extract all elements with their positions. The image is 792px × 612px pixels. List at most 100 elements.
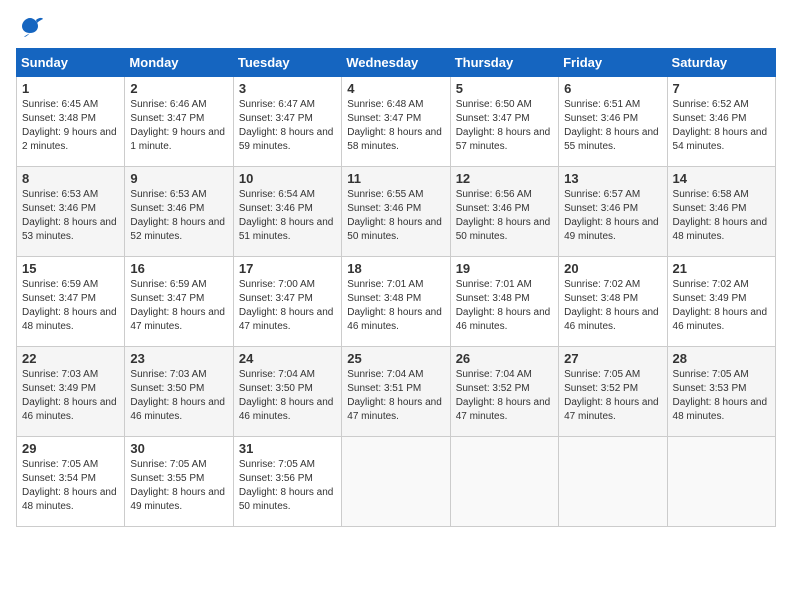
weekday-header-saturday: Saturday: [667, 49, 775, 77]
day-number: 3: [239, 81, 336, 96]
day-info: Sunrise: 7:03 AMSunset: 3:50 PMDaylight:…: [130, 369, 225, 422]
day-number: 31: [239, 441, 336, 456]
calendar-cell: 30 Sunrise: 7:05 AMSunset: 3:55 PMDayligh…: [125, 437, 233, 527]
weekday-header-monday: Monday: [125, 49, 233, 77]
day-number: 14: [673, 171, 770, 186]
logo: [16, 16, 48, 38]
day-info: Sunrise: 6:58 AMSunset: 3:46 PMDaylight:…: [673, 189, 768, 242]
weekday-header-thursday: Thursday: [450, 49, 558, 77]
day-number: 4: [347, 81, 444, 96]
calendar-cell: 21 Sunrise: 7:02 AMSunset: 3:49 PMDayligh…: [667, 257, 775, 347]
header: [16, 16, 776, 38]
calendar-week-3: 15 Sunrise: 6:59 AMSunset: 3:47 PMDayligh…: [17, 257, 776, 347]
day-info: Sunrise: 6:47 AMSunset: 3:47 PMDaylight:…: [239, 99, 334, 152]
day-info: Sunrise: 6:56 AMSunset: 3:46 PMDaylight:…: [456, 189, 551, 242]
day-info: Sunrise: 6:48 AMSunset: 3:47 PMDaylight:…: [347, 99, 442, 152]
calendar-cell: 9 Sunrise: 6:53 AMSunset: 3:46 PMDaylight…: [125, 167, 233, 257]
calendar-cell: 22 Sunrise: 7:03 AMSunset: 3:49 PMDayligh…: [17, 347, 125, 437]
day-number: 19: [456, 261, 553, 276]
day-number: 7: [673, 81, 770, 96]
day-number: 28: [673, 351, 770, 366]
day-number: 11: [347, 171, 444, 186]
day-info: Sunrise: 6:53 AMSunset: 3:46 PMDaylight:…: [22, 189, 117, 242]
day-number: 15: [22, 261, 119, 276]
calendar-week-1: 1 Sunrise: 6:45 AMSunset: 3:48 PMDaylight…: [17, 77, 776, 167]
calendar-cell: 1 Sunrise: 6:45 AMSunset: 3:48 PMDaylight…: [17, 77, 125, 167]
calendar-cell: [667, 437, 775, 527]
day-info: Sunrise: 6:45 AMSunset: 3:48 PMDaylight:…: [22, 99, 117, 152]
day-info: Sunrise: 6:51 AMSunset: 3:46 PMDaylight:…: [564, 99, 659, 152]
calendar-cell: 14 Sunrise: 6:58 AMSunset: 3:46 PMDayligh…: [667, 167, 775, 257]
day-info: Sunrise: 7:04 AMSunset: 3:50 PMDaylight:…: [239, 369, 334, 422]
day-info: Sunrise: 6:54 AMSunset: 3:46 PMDaylight:…: [239, 189, 334, 242]
day-number: 9: [130, 171, 227, 186]
day-info: Sunrise: 7:01 AMSunset: 3:48 PMDaylight:…: [456, 279, 551, 332]
calendar-cell: 4 Sunrise: 6:48 AMSunset: 3:47 PMDaylight…: [342, 77, 450, 167]
day-info: Sunrise: 6:46 AMSunset: 3:47 PMDaylight:…: [130, 99, 225, 152]
day-number: 22: [22, 351, 119, 366]
calendar-cell: 5 Sunrise: 6:50 AMSunset: 3:47 PMDaylight…: [450, 77, 558, 167]
calendar-cell: 8Sunrise: 6:53 AMSunset: 3:46 PMDaylight…: [17, 167, 125, 257]
day-number: 1: [22, 81, 119, 96]
day-info: Sunrise: 7:02 AMSunset: 3:49 PMDaylight:…: [673, 279, 768, 332]
day-number: 10: [239, 171, 336, 186]
day-info: Sunrise: 7:05 AMSunset: 3:54 PMDaylight:…: [22, 459, 117, 512]
calendar-cell: 25 Sunrise: 7:04 AMSunset: 3:51 PMDayligh…: [342, 347, 450, 437]
calendar-cell: 26 Sunrise: 7:04 AMSunset: 3:52 PMDayligh…: [450, 347, 558, 437]
calendar-cell: 13Sunrise: 6:57 AMSunset: 3:46 PMDayligh…: [559, 167, 667, 257]
day-info: Sunrise: 6:50 AMSunset: 3:47 PMDaylight:…: [456, 99, 551, 152]
day-number: 17: [239, 261, 336, 276]
day-info: Sunrise: 7:05 AMSunset: 3:53 PMDaylight:…: [673, 369, 768, 422]
day-info: Sunrise: 7:01 AMSunset: 3:48 PMDaylight:…: [347, 279, 442, 332]
day-number: 21: [673, 261, 770, 276]
calendar-cell: 19 Sunrise: 7:01 AMSunset: 3:48 PMDayligh…: [450, 257, 558, 347]
day-info: Sunrise: 6:52 AMSunset: 3:46 PMDaylight:…: [673, 99, 768, 152]
calendar-cell: 3 Sunrise: 6:47 AMSunset: 3:47 PMDaylight…: [233, 77, 341, 167]
calendar-cell: 31 Sunrise: 7:05 AMSunset: 3:56 PMDayligh…: [233, 437, 341, 527]
calendar-cell: 23 Sunrise: 7:03 AMSunset: 3:50 PMDayligh…: [125, 347, 233, 437]
day-number: 23: [130, 351, 227, 366]
calendar-cell: [450, 437, 558, 527]
calendar-cell: 17Sunrise: 7:00 AMSunset: 3:47 PMDayligh…: [233, 257, 341, 347]
calendar-cell: 10 Sunrise: 6:54 AMSunset: 3:46 PMDayligh…: [233, 167, 341, 257]
day-info: Sunrise: 7:05 AMSunset: 3:55 PMDaylight:…: [130, 459, 225, 512]
day-info: Sunrise: 7:03 AMSunset: 3:49 PMDaylight:…: [22, 369, 117, 422]
day-info: Sunrise: 6:55 AMSunset: 3:46 PMDaylight:…: [347, 189, 442, 242]
day-number: 20: [564, 261, 661, 276]
calendar-cell: 29 Sunrise: 7:05 AMSunset: 3:54 PMDayligh…: [17, 437, 125, 527]
calendar-cell: 24Sunrise: 7:04 AMSunset: 3:50 PMDayligh…: [233, 347, 341, 437]
calendar-week-4: 22 Sunrise: 7:03 AMSunset: 3:49 PMDayligh…: [17, 347, 776, 437]
calendar-cell: 28 Sunrise: 7:05 AMSunset: 3:53 PMDayligh…: [667, 347, 775, 437]
day-number: 27: [564, 351, 661, 366]
day-info: Sunrise: 6:57 AMSunset: 3:46 PMDaylight:…: [564, 189, 659, 242]
calendar-cell: 2 Sunrise: 6:46 AMSunset: 3:47 PMDaylight…: [125, 77, 233, 167]
calendar-cell: [342, 437, 450, 527]
calendar-week-2: 8Sunrise: 6:53 AMSunset: 3:46 PMDaylight…: [17, 167, 776, 257]
calendar-week-5: 29 Sunrise: 7:05 AMSunset: 3:54 PMDayligh…: [17, 437, 776, 527]
day-number: 29: [22, 441, 119, 456]
calendar-cell: 12Sunrise: 6:56 AMSunset: 3:46 PMDayligh…: [450, 167, 558, 257]
day-info: Sunrise: 7:04 AMSunset: 3:52 PMDaylight:…: [456, 369, 551, 422]
day-number: 26: [456, 351, 553, 366]
day-number: 30: [130, 441, 227, 456]
calendar-cell: 6 Sunrise: 6:51 AMSunset: 3:46 PMDaylight…: [559, 77, 667, 167]
weekday-header-wednesday: Wednesday: [342, 49, 450, 77]
weekday-header-friday: Friday: [559, 49, 667, 77]
day-number: 6: [564, 81, 661, 96]
calendar-cell: 16Sunrise: 6:59 AMSunset: 3:47 PMDayligh…: [125, 257, 233, 347]
calendar-cell: 18Sunrise: 7:01 AMSunset: 3:48 PMDayligh…: [342, 257, 450, 347]
day-number: 2: [130, 81, 227, 96]
day-info: Sunrise: 7:05 AMSunset: 3:56 PMDaylight:…: [239, 459, 334, 512]
calendar-cell: [559, 437, 667, 527]
day-info: Sunrise: 7:05 AMSunset: 3:52 PMDaylight:…: [564, 369, 659, 422]
weekday-header-sunday: Sunday: [17, 49, 125, 77]
day-info: Sunrise: 6:59 AMSunset: 3:47 PMDaylight:…: [22, 279, 117, 332]
day-number: 5: [456, 81, 553, 96]
weekday-header-tuesday: Tuesday: [233, 49, 341, 77]
day-number: 25: [347, 351, 444, 366]
logo-bird-icon: [16, 16, 44, 38]
day-info: Sunrise: 6:53 AMSunset: 3:46 PMDaylight:…: [130, 189, 225, 242]
day-info: Sunrise: 6:59 AMSunset: 3:47 PMDaylight:…: [130, 279, 225, 332]
calendar-cell: 7 Sunrise: 6:52 AMSunset: 3:46 PMDaylight…: [667, 77, 775, 167]
day-info: Sunrise: 7:04 AMSunset: 3:51 PMDaylight:…: [347, 369, 442, 422]
